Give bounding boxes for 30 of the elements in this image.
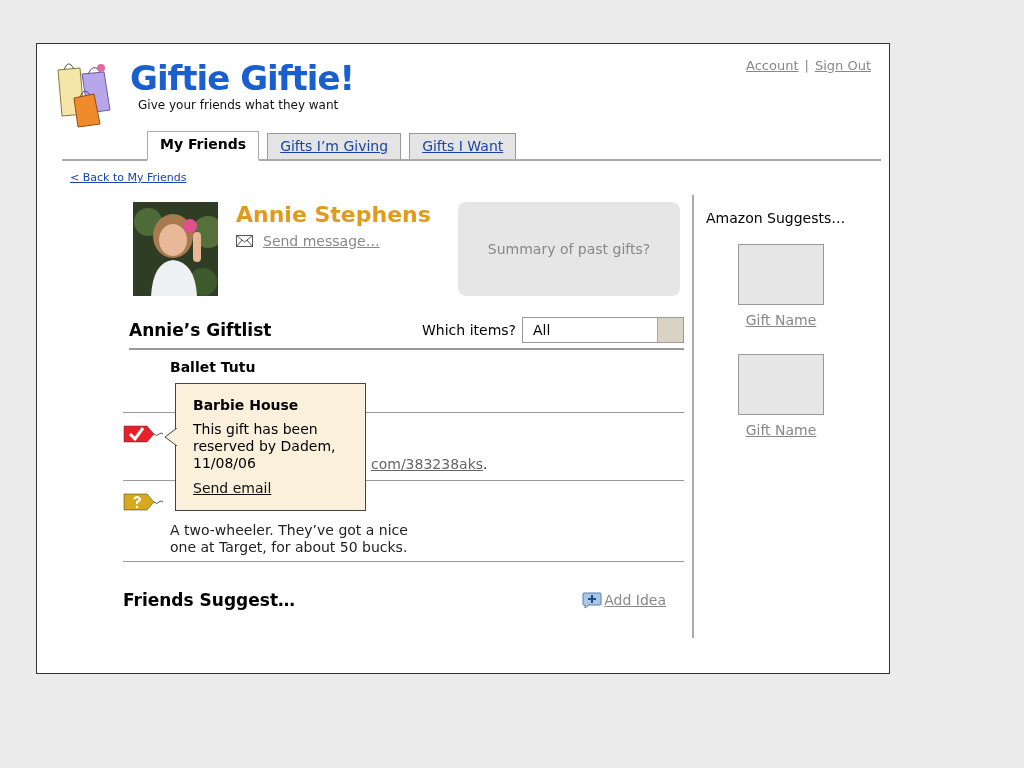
gift-description: A two-wheeler. They’ve got a nice one at Target, for about 50 bucks. <box>170 522 409 556</box>
link-separator: | <box>804 58 809 73</box>
gift-name-link[interactable]: Gift Name <box>745 312 817 328</box>
filter-select[interactable]: All <box>522 317 684 343</box>
amazon-heading: Amazon Suggests… <box>706 210 846 226</box>
giftlist-heading: Annie’s Giftlist <box>129 320 272 340</box>
gift-name-link[interactable]: Gift Name <box>745 422 817 438</box>
tab[interactable]: My Friends <box>147 131 260 161</box>
site-title: Giftie Giftie! <box>130 58 354 98</box>
checkmark-tag-icon <box>123 425 163 443</box>
envelope-icon <box>236 235 253 247</box>
add-icon <box>582 591 603 609</box>
summary-panel: Summary of past gifts? <box>458 202 680 296</box>
friend-name: Annie Stephens <box>236 202 432 227</box>
filter-label: Which items? <box>422 322 516 338</box>
friends-suggest-heading: Friends Suggest… <box>123 590 296 610</box>
send-message-link[interactable]: Send message… <box>263 233 380 249</box>
sign-out-link[interactable]: Sign Out <box>814 58 871 73</box>
add-idea-link[interactable]: Add Idea <box>604 592 666 608</box>
tagline: Give your friends what they want <box>138 98 340 112</box>
popover-text: This gift has been reserved by Dadem, 11/08/06 <box>193 421 337 472</box>
popover-title: Barbie House <box>193 397 300 413</box>
tab[interactable]: Gifts I Want <box>409 133 517 159</box>
tab[interactable]: Gifts I’m Giving <box>267 133 402 159</box>
account-link[interactable]: Account <box>746 58 799 73</box>
send-email-link[interactable]: Send email <box>193 480 272 496</box>
gift-description: . <box>483 456 488 472</box>
back-link[interactable]: < Back to My Friends <box>70 171 187 184</box>
question-tag-icon <box>123 493 163 511</box>
gift-title: Ballet Tutu <box>170 359 256 375</box>
